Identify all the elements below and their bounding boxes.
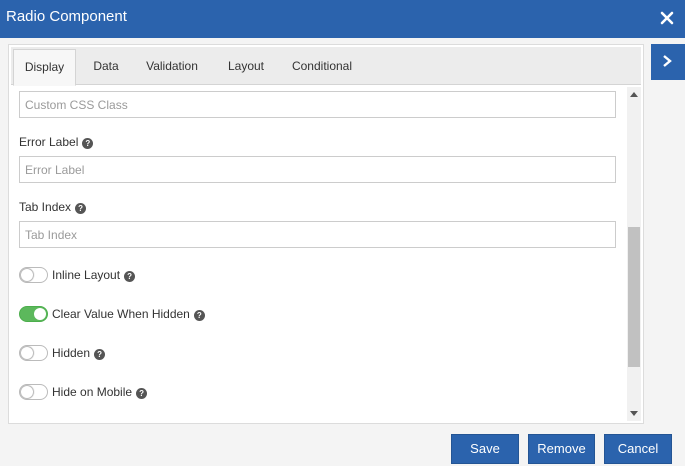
hidden-label: Hidden?	[52, 346, 106, 360]
toggle-knob	[21, 386, 33, 398]
clear-value-label: Clear Value When Hidden?	[52, 307, 205, 321]
tab-conditional[interactable]: Conditional	[286, 47, 358, 85]
hide-on-mobile-label: Hide on Mobile?	[52, 385, 148, 399]
tab-data[interactable]: Data	[81, 47, 131, 85]
question-circle-icon[interactable]: ?	[136, 388, 148, 399]
tab-validation[interactable]: Validation	[137, 47, 207, 85]
save-button[interactable]: Save	[451, 434, 519, 464]
vertical-scrollbar[interactable]	[627, 87, 641, 421]
toggle-label-text: Clear Value When Hidden	[52, 307, 190, 321]
question-circle-icon[interactable]: ?	[82, 138, 94, 149]
tab-index-text: Tab Index	[19, 200, 72, 214]
question-circle-icon[interactable]: ?	[193, 310, 205, 321]
dialog-body: Display Data Validation Layout Condition…	[8, 44, 644, 424]
chevron-right-icon	[663, 55, 672, 67]
hidden-toggle[interactable]	[19, 345, 48, 361]
tab-index-heading: Tab Index?	[19, 200, 87, 214]
custom-css-class-input[interactable]	[19, 91, 616, 118]
tab-index-input[interactable]	[19, 221, 616, 248]
side-panel-toggle[interactable]	[651, 44, 685, 80]
cancel-button[interactable]: Cancel	[604, 434, 672, 464]
toggle-label-text: Hide on Mobile	[52, 385, 133, 399]
clear-value-when-hidden-toggle[interactable]	[19, 306, 48, 322]
tab-bar: Display Data Validation Layout Condition…	[11, 47, 641, 86]
toggle-knob	[34, 308, 46, 320]
scroll-down-arrow-icon[interactable]	[630, 411, 638, 416]
question-circle-icon[interactable]: ?	[124, 271, 136, 282]
question-circle-icon[interactable]: ?	[94, 349, 106, 360]
toggle-label-text: Hidden	[52, 346, 91, 360]
error-label-heading: Error Label?	[19, 135, 94, 149]
toggle-knob	[21, 347, 33, 359]
close-icon[interactable]	[657, 8, 677, 28]
scroll-up-arrow-icon[interactable]	[630, 92, 638, 97]
error-label-text: Error Label	[19, 135, 79, 149]
tab-display[interactable]: Display	[13, 49, 76, 86]
tab-layout[interactable]: Layout	[216, 47, 276, 85]
error-label-input[interactable]	[19, 156, 616, 183]
radio-component-dialog: { "dialog": { "title": "Radio Component"…	[0, 0, 685, 466]
dialog-titlebar: Radio Component	[0, 0, 685, 38]
dialog-title: Radio Component	[6, 8, 127, 25]
toggle-knob	[21, 269, 33, 281]
inline-layout-toggle[interactable]	[19, 267, 48, 283]
settings-panel: Error Label? Tab Index? Inline Layout? C…	[9, 86, 643, 420]
toggle-label-text: Inline Layout	[52, 268, 121, 282]
inline-layout-label: Inline Layout?	[52, 268, 136, 282]
hide-on-mobile-toggle[interactable]	[19, 384, 48, 400]
remove-button[interactable]: Remove	[528, 434, 595, 464]
question-circle-icon[interactable]: ?	[75, 203, 87, 214]
scroll-thumb[interactable]	[628, 227, 640, 367]
